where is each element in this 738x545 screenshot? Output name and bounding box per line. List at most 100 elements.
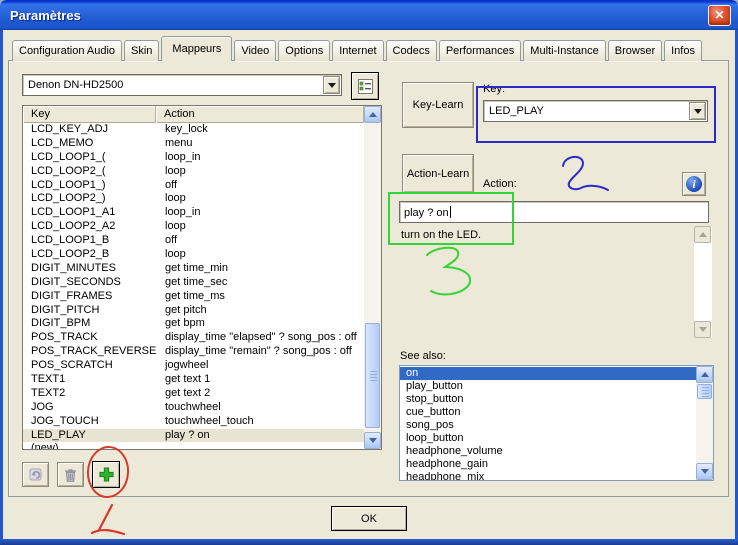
action-input[interactable]: play ? on [399, 201, 709, 223]
scrollbar-thumb[interactable] [697, 384, 712, 399]
mapper-options-button[interactable] [351, 72, 379, 100]
tab-mappeurs[interactable]: Mappeurs [161, 36, 232, 61]
table-row[interactable]: LCD_LOOP1_) off [23, 179, 364, 193]
row-action: loop_in [156, 151, 364, 165]
row-action: loop [156, 165, 364, 179]
list-item[interactable]: song_pos [400, 419, 696, 432]
row-action: get pitch [156, 304, 364, 318]
row-key: POS_TRACK [23, 331, 156, 345]
tab-options[interactable]: Options [278, 40, 330, 61]
chevron-down-icon[interactable] [689, 102, 706, 120]
row-action: play ? on [156, 429, 364, 443]
list-item[interactable]: headphone_volume [400, 445, 696, 458]
add-mapping-button[interactable] [92, 461, 120, 488]
column-header-key[interactable]: Key [23, 106, 156, 123]
action-help-button[interactable]: i [682, 172, 706, 196]
list-scrollbar[interactable] [364, 106, 381, 449]
table-row[interactable]: LCD_LOOP2_( loop [23, 165, 364, 179]
tab-strip: Configuration AudioSkinMappeursVideoOpti… [12, 36, 704, 61]
row-action: key_lock [156, 123, 364, 137]
list-item[interactable]: headphone_mix [400, 471, 696, 480]
row-action: display_time "remain" ? song_pos : off [156, 345, 364, 359]
scrollbar-thumb[interactable] [365, 323, 380, 428]
list-item[interactable]: stop_button [400, 393, 696, 406]
table-row[interactable]: TEXT2 get text 2 [23, 387, 364, 401]
table-row[interactable]: JOG_TOUCH touchwheel_touch [23, 415, 364, 429]
table-row[interactable]: LCD_LOOP2_A2 loop [23, 220, 364, 234]
table-row[interactable]: DIGIT_PITCH get pitch [23, 304, 364, 318]
row-action: off [156, 234, 364, 248]
ok-button[interactable]: OK [331, 506, 407, 531]
table-row[interactable]: DIGIT_SECONDS get time_sec [23, 276, 364, 290]
chevron-down-icon[interactable] [323, 76, 340, 94]
table-row[interactable]: LCD_MEMO menu [23, 137, 364, 151]
row-key: LCD_LOOP1_( [23, 151, 156, 165]
close-button[interactable]: ✕ [708, 5, 731, 26]
row-action: display_time "elapsed" ? song_pos : off [156, 331, 364, 345]
table-row[interactable]: POS_SCRATCH jogwheel [23, 359, 364, 373]
text-caret [450, 206, 451, 218]
list-item[interactable]: cue_button [400, 406, 696, 419]
mapper-device-select[interactable]: Denon DN-HD2500 [22, 74, 342, 96]
table-row[interactable]: LED_PLAY play ? on [23, 429, 364, 443]
row-action: get time_ms [156, 290, 364, 304]
table-row[interactable]: JOG touchwheel [23, 401, 364, 415]
scroll-up-icon[interactable] [364, 106, 381, 123]
row-key: DIGIT_BPM [23, 317, 156, 331]
row-key: LCD_LOOP1_) [23, 179, 156, 193]
scroll-up-icon [694, 226, 711, 243]
table-row[interactable]: POS_TRACK display_time "elapsed" ? song_… [23, 331, 364, 345]
table-row[interactable]: LCD_KEY_ADJ key_lock [23, 123, 364, 137]
table-row[interactable]: DIGIT_FRAMES get time_ms [23, 290, 364, 304]
list-item[interactable]: on [400, 367, 696, 380]
row-action: get time_min [156, 262, 364, 276]
title-bar[interactable]: Paramètres ✕ [0, 0, 738, 30]
annotation-number-1 [92, 505, 124, 534]
table-row[interactable]: LCD_LOOP1_A1 loop_in [23, 206, 364, 220]
delete-mapping-button[interactable] [57, 462, 84, 487]
tab-browser[interactable]: Browser [608, 40, 662, 61]
table-row[interactable]: (new) [23, 442, 364, 449]
row-key: DIGIT_PITCH [23, 304, 156, 318]
table-row[interactable]: DIGIT_BPM get bpm [23, 317, 364, 331]
row-key: (new) [23, 442, 156, 449]
list-details-icon [358, 79, 373, 94]
see-also-scrollbar[interactable] [696, 366, 713, 480]
list-item[interactable]: headphone_gain [400, 458, 696, 471]
tab-skin[interactable]: Skin [124, 40, 159, 61]
row-key: LCD_LOOP1_A1 [23, 206, 156, 220]
table-row[interactable]: LCD_LOOP2_B loop [23, 248, 364, 262]
key-learn-button[interactable]: Key-Learn [402, 82, 474, 128]
key-select-value: LED_PLAY [484, 101, 688, 121]
table-row[interactable]: DIGIT_MINUTES get time_min [23, 262, 364, 276]
tab-video[interactable]: Video [234, 40, 276, 61]
tab-infos[interactable]: Infos [664, 40, 702, 61]
table-row[interactable]: LCD_LOOP1_B off [23, 234, 364, 248]
row-key: LCD_LOOP2_B [23, 248, 156, 262]
tab-codecs[interactable]: Codecs [386, 40, 437, 61]
tab-configuration-audio[interactable]: Configuration Audio [12, 40, 122, 61]
row-action: menu [156, 137, 364, 151]
row-key: LED_PLAY [23, 429, 156, 443]
key-select[interactable]: LED_PLAY [483, 100, 708, 122]
restore-default-button[interactable] [22, 462, 49, 487]
scroll-up-icon[interactable] [696, 366, 713, 383]
tab-internet[interactable]: Internet [332, 40, 383, 61]
action-learn-button[interactable]: Action-Learn [402, 154, 474, 193]
scroll-down-icon[interactable] [364, 432, 381, 449]
parametres-dialog: Paramètres ✕ Configuration AudioSkinMapp… [0, 0, 738, 545]
action-input-value: play ? on [404, 207, 449, 219]
column-header-action[interactable]: Action [156, 106, 364, 123]
tab-performances[interactable]: Performances [439, 40, 521, 61]
table-row[interactable]: POS_TRACK_REVERSE display_time "remain" … [23, 345, 364, 359]
table-row[interactable]: TEXT1 get text 1 [23, 373, 364, 387]
list-item[interactable]: loop_button [400, 432, 696, 445]
tab-multi-instance[interactable]: Multi-Instance [523, 40, 605, 61]
list-item[interactable]: play_button [400, 380, 696, 393]
table-row[interactable]: LCD_LOOP2_) loop [23, 192, 364, 206]
key-label: Key: [483, 83, 505, 95]
table-row[interactable]: LCD_LOOP1_( loop_in [23, 151, 364, 165]
row-action: off [156, 179, 364, 193]
key-mapping-rows: LCD_KEY_ADJ key_lock LCD_MEMO menu LCD_L… [23, 123, 364, 449]
scroll-down-icon[interactable] [696, 463, 713, 480]
